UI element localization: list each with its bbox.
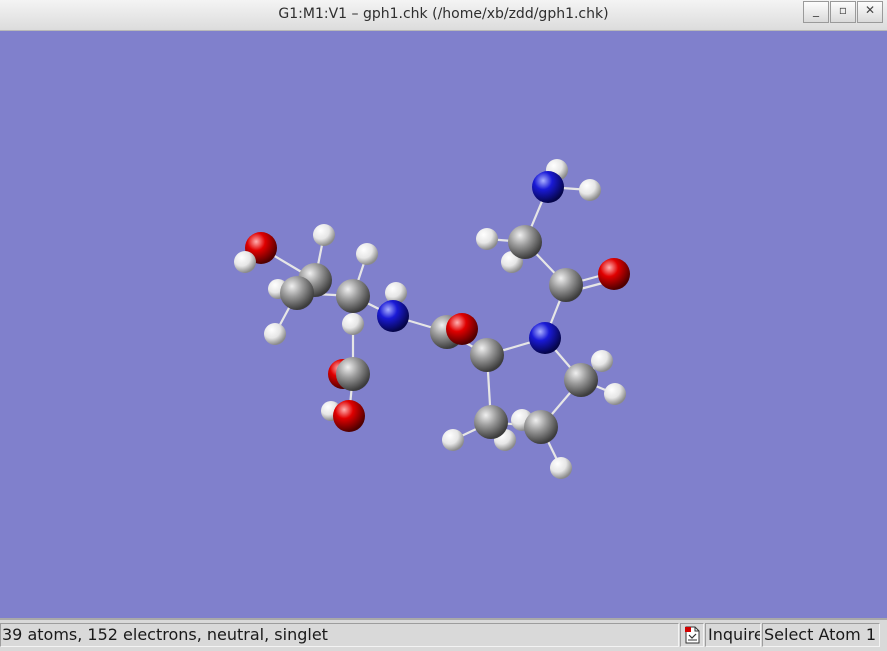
atom-hydrogen[interactable] xyxy=(442,429,464,451)
atom-hydrogen[interactable] xyxy=(476,228,498,250)
window-title: G1:M1:V1 – gph1.chk (/home/xb/zdd/gph1.c… xyxy=(278,6,609,22)
molecule-structure[interactable] xyxy=(0,31,887,618)
close-button[interactable]: ✕ xyxy=(857,1,883,23)
atom-carbon[interactable] xyxy=(280,276,314,310)
atom-hydrogen[interactable] xyxy=(313,224,335,246)
atom-hydrogen[interactable] xyxy=(342,313,364,335)
atom-hydrogen[interactable] xyxy=(591,350,613,372)
atom-carbon[interactable] xyxy=(524,410,558,444)
atom-nitrogen[interactable] xyxy=(532,171,564,203)
atom-nitrogen[interactable] xyxy=(529,322,561,354)
title-bar[interactable]: G1:M1:V1 – gph1.chk (/home/xb/zdd/gph1.c… xyxy=(0,0,887,31)
close-icon: ✕ xyxy=(864,3,876,17)
status-action: Select Atom 1 xyxy=(762,623,880,647)
minimize-icon: _ xyxy=(813,3,819,17)
atom-oxygen[interactable] xyxy=(446,313,478,345)
molecule-viewport[interactable] xyxy=(0,31,887,618)
atom-carbon[interactable] xyxy=(474,405,508,439)
atom-carbon[interactable] xyxy=(564,363,598,397)
atom-hydrogen[interactable] xyxy=(604,383,626,405)
atom-hydrogen[interactable] xyxy=(550,457,572,479)
atom-oxygen[interactable] xyxy=(333,400,365,432)
atom-carbon[interactable] xyxy=(336,279,370,313)
atom-carbon[interactable] xyxy=(470,338,504,372)
atom-carbon[interactable] xyxy=(336,357,370,391)
document-icon xyxy=(685,626,700,644)
minimize-button[interactable]: _ xyxy=(803,1,829,23)
status-mode[interactable]: Inquire xyxy=(705,623,761,647)
status-bar: 39 atoms, 152 electrons, neutral, single… xyxy=(0,618,887,651)
atom-oxygen[interactable] xyxy=(598,258,630,290)
maximize-button[interactable]: ▫ xyxy=(830,1,856,23)
status-icon-button[interactable] xyxy=(680,623,704,647)
atom-hydrogen[interactable] xyxy=(234,251,256,273)
atom-nitrogen[interactable] xyxy=(377,300,409,332)
atom-hydrogen[interactable] xyxy=(579,179,601,201)
gaussview-window: G1:M1:V1 – gph1.chk (/home/xb/zdd/gph1.c… xyxy=(0,0,887,651)
atom-hydrogen[interactable] xyxy=(264,323,286,345)
atom-carbon[interactable] xyxy=(508,225,542,259)
maximize-icon: ▫ xyxy=(838,3,848,17)
status-molecule-info: 39 atoms, 152 electrons, neutral, single… xyxy=(0,623,679,647)
atom-hydrogen[interactable] xyxy=(356,243,378,265)
atom-carbon[interactable] xyxy=(549,268,583,302)
